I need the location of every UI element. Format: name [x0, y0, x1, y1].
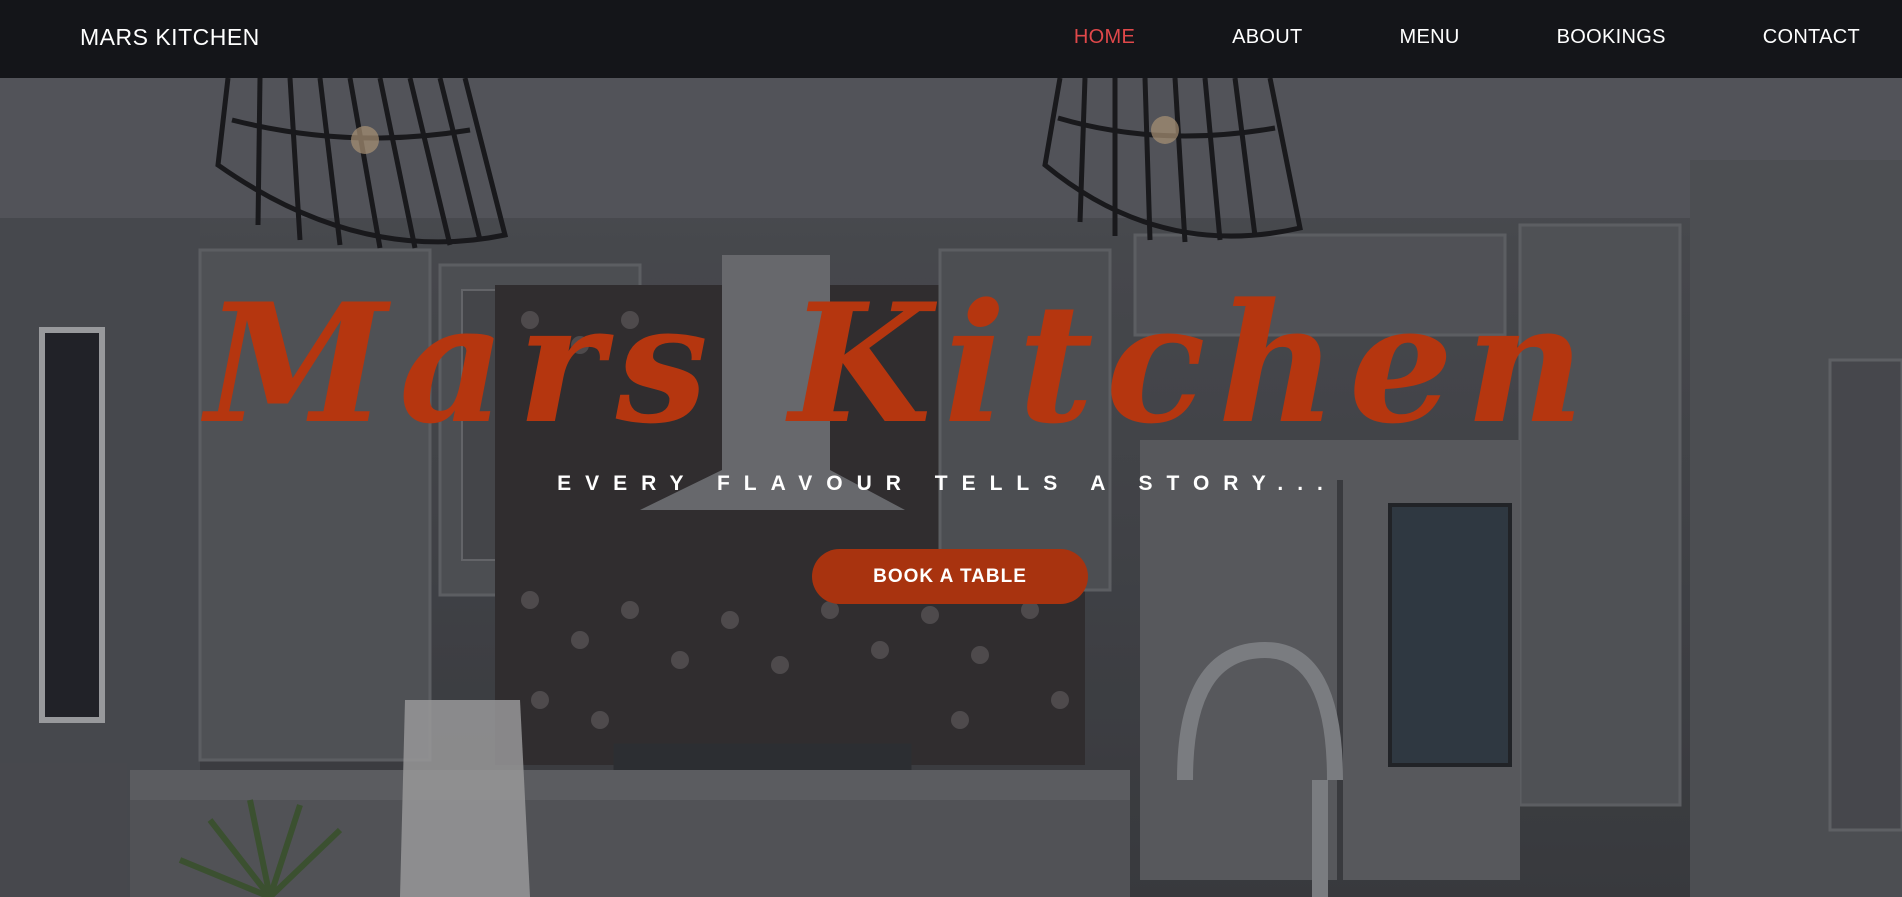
hero-title: Mars Kitchen: [205, 267, 1597, 460]
hero-subtitle: EVERY FLAVOUR TELLS A STORY...: [557, 472, 1337, 495]
nav-link-bookings[interactable]: BOOKINGS: [1557, 26, 1666, 49]
brand-logo[interactable]: MARS KITCHEN: [80, 24, 260, 51]
nav-link-home[interactable]: HOME: [1074, 26, 1135, 49]
nav-link-menu[interactable]: MENU: [1400, 26, 1460, 49]
nav-link-about[interactable]: ABOUT: [1232, 26, 1302, 49]
navbar: MARS KITCHEN HOME ABOUT MENU BOOKINGS CO…: [0, 0, 1902, 78]
book-table-button[interactable]: BOOK A TABLE: [812, 549, 1088, 604]
page: MARS KITCHEN HOME ABOUT MENU BOOKINGS CO…: [0, 0, 1902, 897]
nav-links: HOME ABOUT MENU BOOKINGS CONTACT: [1074, 26, 1860, 49]
nav-link-contact[interactable]: CONTACT: [1763, 26, 1860, 49]
